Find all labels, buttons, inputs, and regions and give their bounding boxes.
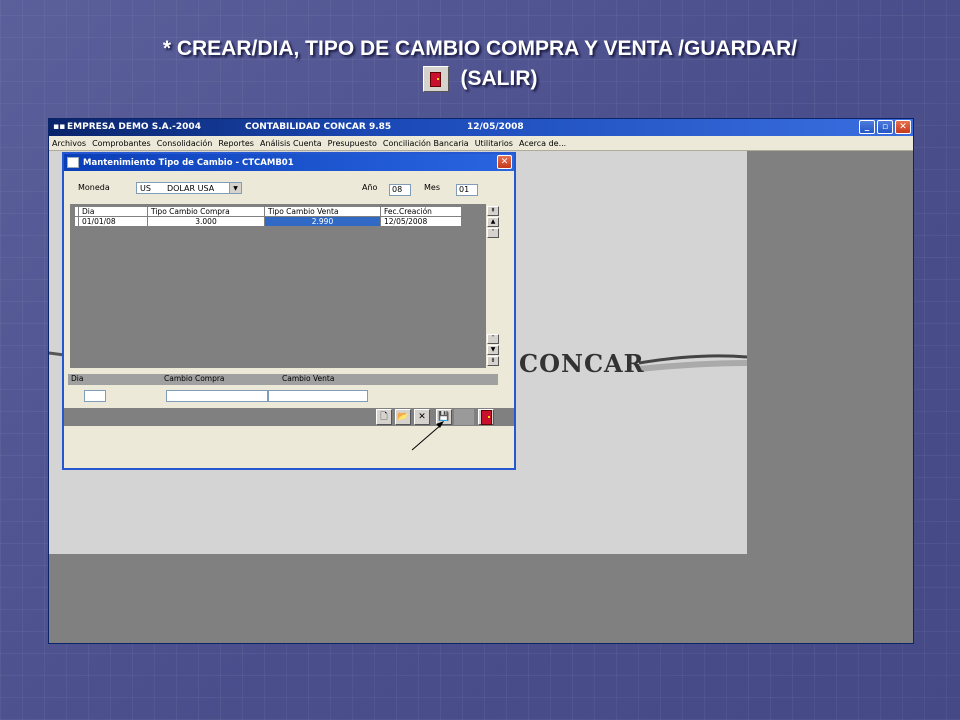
anio-input[interactable]: 08 (389, 184, 411, 196)
cambio-compra-input[interactable] (166, 390, 268, 402)
save-icon[interactable]: 💾 (436, 409, 452, 425)
edit-venta-label: Cambio Venta (282, 374, 335, 383)
dialog-title: Mantenimiento Tipo de Cambio - CTCAMB01 (83, 157, 294, 168)
close-icon[interactable]: ✕ (895, 120, 911, 134)
moneda-name: DOLAR USA (166, 183, 215, 193)
delete-icon[interactable]: ✕ (414, 409, 430, 425)
menu-presupuesto[interactable]: Presupuesto (328, 139, 381, 148)
filter-panel: Moneda US DOLAR USA ▼ Año 08 Mes 01 (68, 176, 496, 200)
page-down-icon[interactable]: ▼ (487, 345, 499, 355)
exchange-grid: Dia Tipo Cambio Compra Tipo Cambio Venta… (70, 204, 500, 368)
edit-compra-label: Cambio Compra (164, 374, 225, 383)
cambio-venta-input[interactable] (268, 390, 368, 402)
exit-icon[interactable] (478, 409, 494, 425)
slide-title-line1: * CREAR/DIA, TIPO DE CAMBIO COMPRA Y VEN… (162, 37, 798, 60)
edit-row (68, 386, 498, 404)
menu-comprobantes[interactable]: Comprobantes (92, 139, 155, 148)
first-record-icon[interactable]: ⇞ (487, 206, 499, 216)
app-company: EMPRESA DEMO S.A.-2004 (67, 122, 201, 132)
slide-title-line2: (SALIR) (460, 67, 538, 90)
edit-header: Dia Cambio Compra Cambio Venta (68, 374, 498, 385)
dialog-titlebar: Mantenimiento Tipo de Cambio - CTCAMB01 … (64, 154, 514, 171)
page-up-icon[interactable]: ▲ (487, 217, 499, 227)
menu-reportes[interactable]: Reportes (218, 139, 258, 148)
menu-archivos[interactable]: Archivos (52, 139, 90, 148)
menu-consolidacion[interactable]: Consolidación (157, 139, 217, 148)
new-icon[interactable]: 🗋 (376, 409, 392, 425)
anio-label: Año (362, 183, 378, 192)
cell-fecha[interactable]: 12/05/2008 (380, 216, 462, 227)
toolbar: 🗋 📂 ✕ 💾 (64, 408, 514, 426)
cell-venta[interactable]: 2.990 (264, 216, 381, 227)
cell-compra[interactable]: 3.000 (147, 216, 265, 227)
scroll-down-icon[interactable]: ˅ (487, 334, 499, 344)
menu-utilitarios[interactable]: Utilitarios (475, 139, 517, 148)
col-compra[interactable]: Tipo Cambio Compra (147, 206, 265, 217)
chevron-down-icon[interactable]: ▼ (229, 183, 241, 193)
mes-label: Mes (424, 183, 440, 192)
app-icon: ▪▪ (53, 122, 66, 132)
dialog-icon (67, 157, 79, 168)
dialog-tipo-cambio: Mantenimiento Tipo de Cambio - CTCAMB01 … (62, 152, 516, 470)
close-icon[interactable]: ✕ (497, 155, 512, 169)
mes-input[interactable]: 01 (456, 184, 478, 196)
menu-analisis-cuenta[interactable]: Análisis Cuenta (260, 139, 326, 148)
grid-scrollbar[interactable]: ⇞ ▲ ˄ ˅ ▼ ⇟ (486, 204, 500, 368)
grid-table: Dia Tipo Cambio Compra Tipo Cambio Venta… (74, 206, 462, 227)
last-record-icon[interactable]: ⇟ (487, 356, 499, 366)
slide-title: * CREAR/DIA, TIPO DE CAMBIO COMPRA Y VEN… (0, 34, 960, 94)
menu-conciliacion[interactable]: Conciliación Bancaria (383, 139, 473, 148)
concar-logo: CONCAR (519, 349, 645, 378)
scroll-up-icon[interactable]: ˄ (487, 228, 499, 238)
col-dia[interactable]: Dia (78, 206, 148, 217)
menubar: Archivos Comprobantes Consolidación Repo… (49, 136, 913, 151)
exit-icon (422, 66, 449, 92)
moneda-code: US (140, 183, 151, 193)
cell-dia[interactable]: 01/01/08 (78, 216, 148, 227)
open-icon[interactable]: 📂 (395, 409, 411, 425)
toolbar-spacer (454, 409, 474, 425)
edit-dia-label: Dia (71, 374, 84, 383)
col-fecha[interactable]: Fec.Creación (380, 206, 462, 217)
minimize-icon[interactable]: _ (859, 120, 875, 134)
dia-input[interactable] (84, 390, 106, 402)
col-venta[interactable]: Tipo Cambio Venta (264, 206, 381, 217)
menu-acerca[interactable]: Acerca de... (519, 139, 570, 148)
app-titlebar: ▪▪ EMPRESA DEMO S.A.-2004 CONTABILIDAD C… (49, 119, 913, 136)
grid-header-row: Dia Tipo Cambio Compra Tipo Cambio Venta… (74, 206, 462, 217)
maximize-icon[interactable]: ▫ (877, 120, 893, 134)
app-date: 12/05/2008 (467, 122, 524, 132)
moneda-select[interactable]: US DOLAR USA ▼ (136, 182, 242, 194)
table-row[interactable]: 01/01/08 3.000 2.990 12/05/2008 (74, 216, 462, 227)
moneda-label: Moneda (78, 183, 110, 192)
app-product: CONTABILIDAD CONCAR 9.85 (245, 122, 392, 132)
